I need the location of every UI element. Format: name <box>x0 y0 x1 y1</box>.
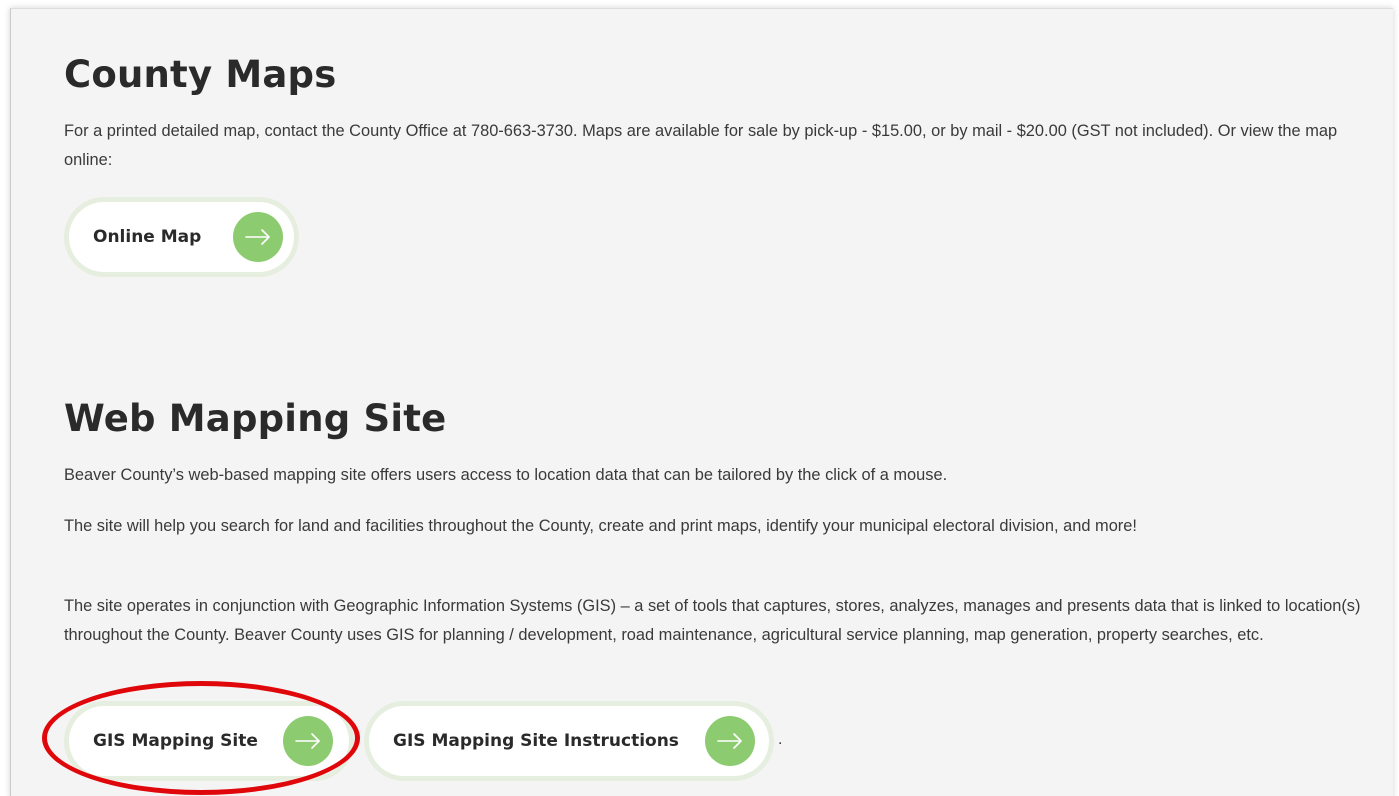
online-map-button-label: Online Map <box>93 227 202 247</box>
county-maps-description: For a printed detailed map, contact the … <box>64 122 1338 169</box>
gis-mapping-site-button-label: GIS Mapping Site <box>93 731 258 751</box>
gis-instructions-button-body[interactable]: GIS Mapping Site Instructions <box>369 706 769 776</box>
online-map-button[interactable]: Online Map <box>64 197 299 277</box>
arrow-right-icon <box>233 212 283 262</box>
arrow-right-icon <box>705 716 755 766</box>
gis-instructions-button[interactable]: GIS Mapping Site Instructions <box>364 701 774 781</box>
county-maps-heading: County Maps <box>64 53 337 96</box>
web-mapping-paragraph-3: The site operates in conjunction with Ge… <box>64 597 1361 644</box>
trailing-period: . <box>778 731 783 748</box>
web-mapping-paragraph-1: Beaver County’s web-based mapping site o… <box>64 466 948 484</box>
arrow-right-icon <box>283 716 333 766</box>
web-mapping-paragraph-2: The site will help you search for land a… <box>64 517 1137 535</box>
gis-mapping-site-button-body[interactable]: GIS Mapping Site <box>69 706 349 776</box>
gis-mapping-site-button[interactable]: GIS Mapping Site <box>64 701 354 781</box>
page-panel: County Maps For a printed detailed map, … <box>10 8 1393 796</box>
web-mapping-heading: Web Mapping Site <box>64 397 447 440</box>
gis-instructions-button-label: GIS Mapping Site Instructions <box>393 731 679 751</box>
online-map-button-body[interactable]: Online Map <box>69 202 294 272</box>
